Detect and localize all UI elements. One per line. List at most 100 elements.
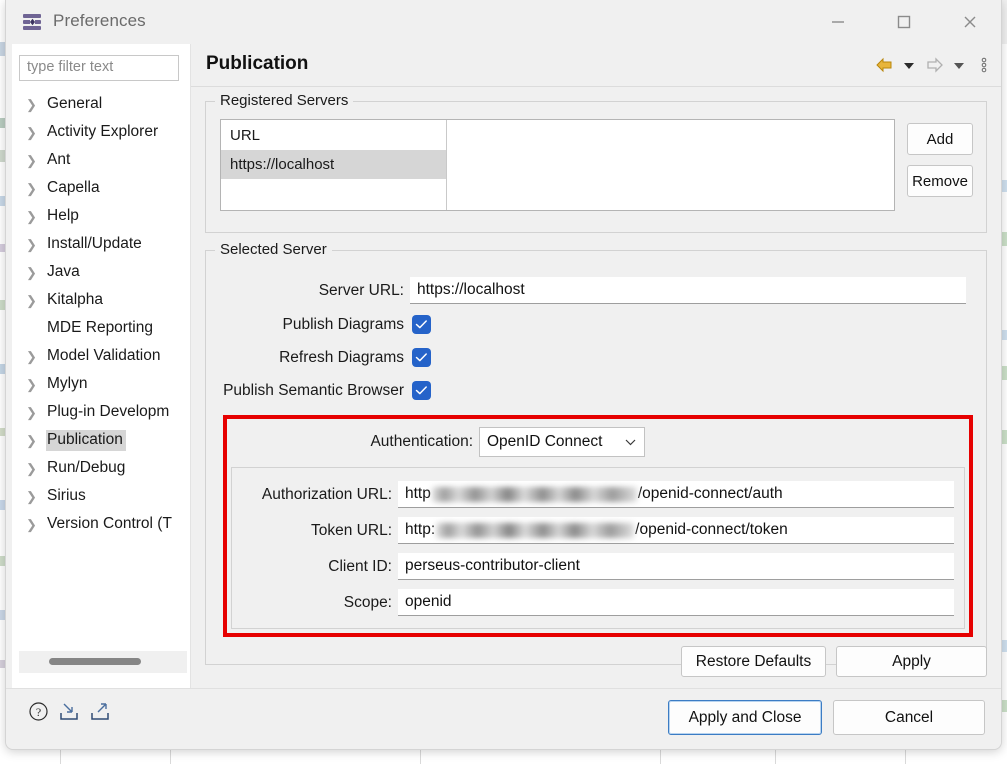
chevron-right-icon[interactable]: ❯ [26, 434, 46, 447]
restore-defaults-button[interactable]: Restore Defaults [681, 646, 826, 677]
sidebar-item-label: Mylyn [47, 374, 88, 392]
sidebar-item-label: Activity Explorer [47, 122, 159, 140]
preferences-tree: ❯ General ❯ Activity Explorer ❯ Ant ❯ Capella ❯ H… [12, 90, 190, 538]
sidebar-item-mde-reporting[interactable]: ❯MDE Reporting [12, 314, 190, 342]
authorization-url-input[interactable]: http/openid-connect/auth [398, 481, 954, 508]
server-url-row: Server URL: https://localhost [222, 277, 974, 304]
publish-semantic-browser-row: Publish Semantic Browser [222, 381, 431, 400]
sidebar-item-mylyn[interactable]: ❯ Mylyn [12, 370, 190, 398]
sidebar-item-label: Sirius [47, 486, 86, 504]
navigation-toolbar [873, 53, 995, 77]
close-button[interactable] [947, 0, 993, 44]
chevron-right-icon[interactable]: ❯ [26, 294, 46, 307]
chevron-right-icon[interactable]: ❯ [26, 490, 46, 503]
registered-servers-table[interactable]: URL https://localhost [220, 119, 895, 211]
server-url-label: Server URL: [318, 281, 404, 299]
chevron-right-icon[interactable]: ❯ [26, 210, 46, 223]
token-url-suffix: /openid-connect/token [635, 521, 788, 538]
chevron-right-icon[interactable]: ❯ [26, 154, 46, 167]
chevron-right-icon[interactable]: ❯ [26, 182, 46, 195]
refresh-diagrams-label: Refresh Diagrams [279, 348, 404, 366]
svg-text:?: ? [36, 705, 41, 719]
chevron-right-icon[interactable]: ❯ [26, 238, 46, 251]
sidebar-item-label: Plug-in Developm [47, 402, 170, 420]
authorization-url-label: Authorization URL: [261, 485, 392, 503]
help-question-icon[interactable]: ? [28, 701, 49, 727]
sidebar-item-publication[interactable]: ❯ Publication [12, 426, 190, 454]
client-id-row: Client ID: perseus-contributor-client [242, 553, 954, 580]
publish-semantic-browser-label: Publish Semantic Browser [223, 381, 404, 399]
client-id-label: Client ID: [328, 557, 392, 575]
chevron-down-icon [625, 439, 636, 446]
selected-server-group: Selected Server Server URL: https://loca… [205, 241, 987, 665]
publish-diagrams-row: Publish Diagrams [222, 315, 431, 334]
server-url-input[interactable]: https://localhost [410, 277, 966, 304]
chevron-right-icon[interactable]: ❯ [26, 518, 46, 531]
back-arrow-icon[interactable] [873, 53, 895, 77]
sidebar-item-activity-explorer[interactable]: ❯ Activity Explorer [12, 118, 190, 146]
filter-input[interactable]: type filter text [19, 55, 179, 81]
page-action-buttons: Restore Defaults Apply [681, 646, 987, 677]
scope-input[interactable]: openid [398, 589, 954, 616]
scrollbar-thumb[interactable] [49, 658, 141, 665]
client-id-input[interactable]: perseus-contributor-client [398, 553, 954, 580]
background-window-bottom-edge [0, 750, 1007, 764]
import-icon[interactable] [58, 701, 80, 727]
export-icon[interactable] [89, 701, 111, 727]
sidebar-item-label: Capella [47, 178, 100, 196]
redacted-host-segment [431, 486, 637, 502]
apply-and-close-button[interactable]: Apply and Close [668, 700, 822, 735]
cancel-button[interactable]: Cancel [833, 700, 985, 735]
chevron-right-icon[interactable]: ❯ [26, 98, 46, 111]
sidebar-item-label: Help [47, 206, 79, 224]
apply-button[interactable]: Apply [836, 646, 987, 677]
sidebar-item-install-update[interactable]: ❯ Install/Update [12, 230, 190, 258]
token-url-prefix: http: [405, 521, 436, 538]
sidebar-item-ant[interactable]: ❯ Ant [12, 146, 190, 174]
token-url-input[interactable]: http: /openid-connect/token [398, 517, 954, 544]
forward-arrow-icon[interactable] [923, 53, 945, 77]
sidebar-item-kitalpha[interactable]: ❯ Kitalpha [12, 286, 190, 314]
page-header: Publication [191, 44, 1001, 87]
publish-diagrams-checkbox[interactable] [412, 315, 431, 334]
chevron-right-icon[interactable]: ❯ [26, 266, 46, 279]
refresh-diagrams-checkbox[interactable] [412, 348, 431, 367]
add-server-button[interactable]: Add [907, 123, 973, 155]
footer-button-group: Apply and Close Cancel [668, 700, 985, 735]
sidebar-item-capella[interactable]: ❯ Capella [12, 174, 190, 202]
preference-page-content: Publication Registered Servers URL https… [191, 44, 1001, 689]
sidebar-item-version-control-t[interactable]: ❯ Version Control (T [12, 510, 190, 538]
table-row[interactable]: https://localhost [221, 150, 446, 179]
tree-horizontal-scrollbar[interactable] [19, 651, 187, 673]
chevron-right-icon[interactable]: ❯ [26, 462, 46, 475]
sidebar-item-label: Version Control (T [47, 514, 172, 532]
sidebar-item-run-debug[interactable]: ❯ Run/Debug [12, 454, 190, 482]
sidebar-item-sirius[interactable]: ❯ Sirius [12, 482, 190, 510]
chevron-right-icon[interactable]: ❯ [26, 350, 46, 363]
maximize-button[interactable] [881, 0, 927, 44]
authentication-select[interactable]: OpenID Connect [479, 427, 645, 457]
chevron-right-icon[interactable]: ❯ [26, 126, 46, 139]
column-header-url[interactable]: URL [221, 120, 446, 150]
overflow-menu-icon[interactable] [973, 53, 995, 77]
sidebar-item-java[interactable]: ❯ Java [12, 258, 190, 286]
token-url-label: Token URL: [311, 521, 392, 539]
preferences-dialog: Preferences type filter text ❯ General ❯ Ac… [5, 0, 1002, 750]
forward-history-chevron-down-icon[interactable] [948, 53, 970, 77]
footer-icon-group: ? [28, 701, 111, 727]
back-history-chevron-down-icon[interactable] [898, 53, 920, 77]
publish-semantic-browser-checkbox[interactable] [412, 381, 431, 400]
registered-servers-legend: Registered Servers [215, 92, 354, 109]
sidebar-item-general[interactable]: ❯ General [12, 90, 190, 118]
remove-server-button[interactable]: Remove [907, 165, 973, 197]
chevron-right-icon[interactable]: ❯ [26, 406, 46, 419]
title-bar: Preferences [6, 0, 1001, 44]
chevron-right-icon[interactable]: ❯ [26, 378, 46, 391]
sidebar-item-label: Kitalpha [47, 290, 104, 308]
sidebar-item-label: Install/Update [47, 234, 142, 252]
sidebar-item-label: Run/Debug [47, 458, 126, 476]
minimize-button[interactable] [815, 0, 861, 44]
sidebar-item-plug-in-developm[interactable]: ❯ Plug-in Developm [12, 398, 190, 426]
sidebar-item-help[interactable]: ❯ Help [12, 202, 190, 230]
sidebar-item-model-validation[interactable]: ❯ Model Validation [12, 342, 190, 370]
